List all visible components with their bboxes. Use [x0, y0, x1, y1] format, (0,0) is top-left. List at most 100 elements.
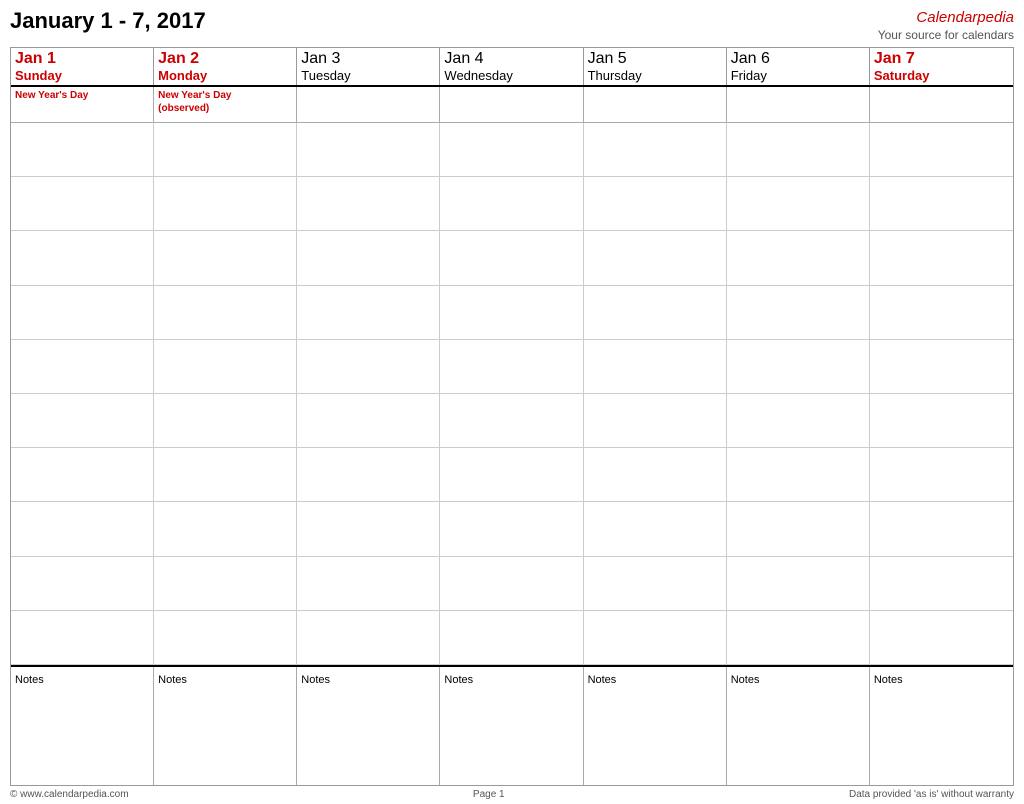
cell-2-3: [440, 177, 583, 230]
cell-4-3: [440, 286, 583, 339]
cell-1-3: [440, 123, 583, 176]
cell-10-4: [584, 611, 727, 664]
page-title: January 1 - 7, 2017: [10, 8, 206, 34]
holiday-6: [870, 87, 1013, 122]
cell-10-2: [297, 611, 440, 664]
cell-7-0: [11, 448, 154, 501]
day-header-4: Jan 5 Thursday: [584, 48, 727, 85]
holiday-2: [297, 87, 440, 122]
brand-italic: pedia: [977, 9, 1014, 26]
cell-1-6: [870, 123, 1013, 176]
notes-section: Notes Notes Notes Notes Notes Notes Note…: [11, 665, 1013, 785]
cell-3-4: [584, 231, 727, 284]
cell-5-1: [154, 340, 297, 393]
cell-9-2: [297, 557, 440, 610]
cell-6-6: [870, 394, 1013, 447]
cell-4-2: [297, 286, 440, 339]
notes-cell-0: Notes: [11, 667, 154, 785]
notes-cell-3: Notes: [440, 667, 583, 785]
day-num-4: Jan 5: [588, 50, 722, 68]
day-num-3: Jan 4: [444, 50, 578, 68]
cell-1-0: [11, 123, 154, 176]
cell-5-4: [584, 340, 727, 393]
cell-9-1: [154, 557, 297, 610]
day-header-5: Jan 6 Friday: [727, 48, 870, 85]
day-name-2: Tuesday: [301, 68, 435, 83]
cell-6-3: [440, 394, 583, 447]
time-row-6: [11, 394, 1013, 448]
cell-8-1: [154, 502, 297, 555]
cell-5-2: [297, 340, 440, 393]
time-row-8: [11, 502, 1013, 556]
cell-7-3: [440, 448, 583, 501]
cell-6-0: [11, 394, 154, 447]
cell-9-0: [11, 557, 154, 610]
holiday-4: [584, 87, 727, 122]
cell-6-2: [297, 394, 440, 447]
cell-3-2: [297, 231, 440, 284]
day-num-2: Jan 3: [301, 50, 435, 68]
cell-8-5: [727, 502, 870, 555]
cell-7-5: [727, 448, 870, 501]
notes-cell-4: Notes: [584, 667, 727, 785]
holiday-0: New Year's Day: [11, 87, 154, 122]
notes-cell-5: Notes: [727, 667, 870, 785]
cell-2-2: [297, 177, 440, 230]
holiday-5: [727, 87, 870, 122]
cell-5-3: [440, 340, 583, 393]
cell-4-1: [154, 286, 297, 339]
day-header-2: Jan 3 Tuesday: [297, 48, 440, 85]
day-header-3: Jan 4 Wednesday: [440, 48, 583, 85]
cell-6-4: [584, 394, 727, 447]
brand-tagline: Your source for calendars: [878, 28, 1014, 44]
cell-1-2: [297, 123, 440, 176]
cell-10-5: [727, 611, 870, 664]
day-name-3: Wednesday: [444, 68, 578, 83]
notes-label-6: Notes: [874, 674, 903, 686]
cell-3-3: [440, 231, 583, 284]
cell-7-6: [870, 448, 1013, 501]
cell-4-6: [870, 286, 1013, 339]
time-row-4: [11, 286, 1013, 340]
cell-2-0: [11, 177, 154, 230]
cell-2-4: [584, 177, 727, 230]
time-row-5: [11, 340, 1013, 394]
day-headers-row: Jan 1 Sunday Jan 2 Monday Jan 3 Tuesday …: [11, 48, 1013, 87]
footer-center: Page 1: [129, 789, 849, 800]
time-rows-area: [11, 123, 1013, 665]
cell-10-3: [440, 611, 583, 664]
cell-7-4: [584, 448, 727, 501]
cell-8-3: [440, 502, 583, 555]
time-row-1: [11, 123, 1013, 177]
cell-7-1: [154, 448, 297, 501]
day-header-1: Jan 2 Monday: [154, 48, 297, 85]
cell-4-4: [584, 286, 727, 339]
cell-9-5: [727, 557, 870, 610]
day-num-0: Jan 1: [15, 50, 149, 68]
cell-9-3: [440, 557, 583, 610]
day-header-0: Jan 1 Sunday: [11, 48, 154, 85]
cell-5-6: [870, 340, 1013, 393]
brand-name: Calendarpedia: [878, 8, 1014, 28]
day-num-5: Jan 6: [731, 50, 865, 68]
cell-10-1: [154, 611, 297, 664]
time-row-7: [11, 448, 1013, 502]
notes-label-2: Notes: [301, 674, 330, 686]
time-row-10: [11, 611, 1013, 665]
notes-cell-1: Notes: [154, 667, 297, 785]
time-row-2: [11, 177, 1013, 231]
time-row-3: [11, 231, 1013, 285]
cell-10-6: [870, 611, 1013, 664]
cell-8-0: [11, 502, 154, 555]
cell-9-4: [584, 557, 727, 610]
cell-8-4: [584, 502, 727, 555]
cell-1-4: [584, 123, 727, 176]
holiday-1: New Year's Day(observed): [154, 87, 297, 122]
cell-1-5: [727, 123, 870, 176]
day-num-1: Jan 2: [158, 50, 292, 68]
cell-4-0: [11, 286, 154, 339]
holiday-row: New Year's Day New Year's Day(observed): [11, 87, 1013, 123]
notes-label-4: Notes: [588, 674, 617, 686]
notes-label-5: Notes: [731, 674, 760, 686]
day-header-6: Jan 7 Saturday: [870, 48, 1013, 85]
